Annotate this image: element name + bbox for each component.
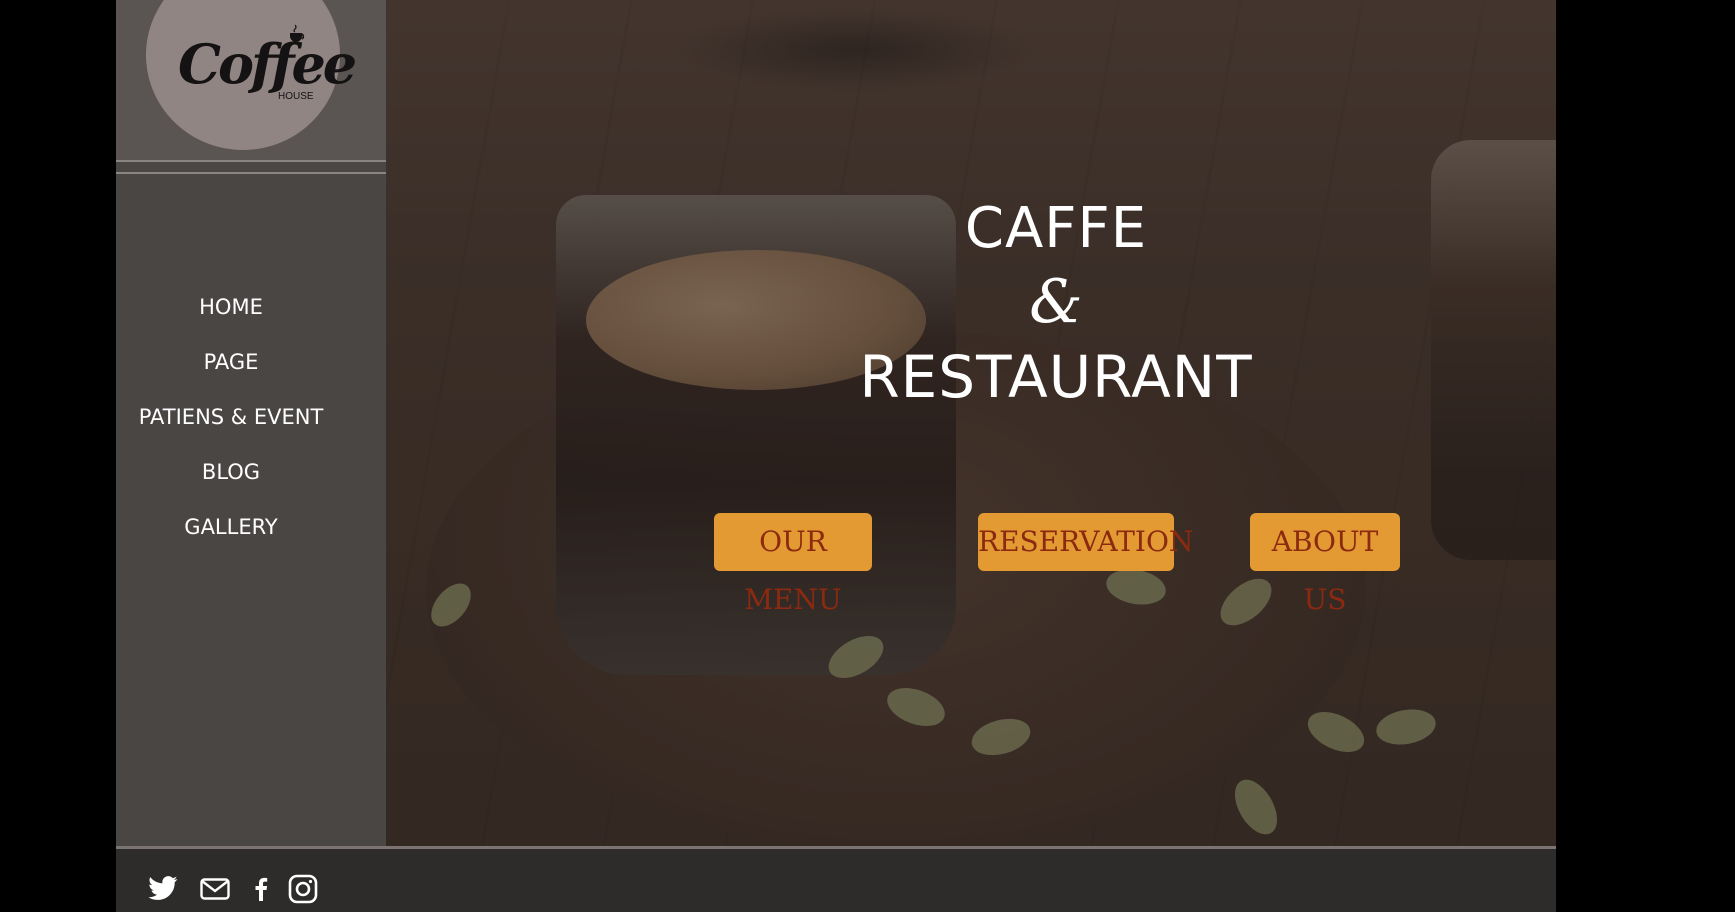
headline-ampersand: & xyxy=(1029,267,1083,337)
nav-item-gallery[interactable]: GALLERY xyxy=(116,510,346,565)
reservation-button[interactable]: RESERVATION xyxy=(978,513,1193,571)
mail-icon[interactable] xyxy=(198,874,232,904)
sidebar: Coffee HOUSE HOME PAGE PATIENS & EVENT B… xyxy=(116,0,386,847)
sidebar-divider xyxy=(116,160,386,162)
about-us-button[interactable]: ABOUT US xyxy=(1250,513,1400,616)
hero-background-image xyxy=(386,0,1556,847)
nav-item-patiens-event[interactable]: PATIENS & EVENT xyxy=(116,400,346,455)
footer xyxy=(116,849,1556,912)
nav-item-page[interactable]: PAGE xyxy=(116,345,346,400)
logo-wordmark: Coffee xyxy=(178,32,357,96)
page: Coffee HOUSE HOME PAGE PATIENS & EVENT B… xyxy=(116,0,1556,912)
facebook-icon[interactable] xyxy=(250,874,272,904)
instagram-icon[interactable] xyxy=(286,874,320,904)
nav-item-blog[interactable]: BLOG xyxy=(116,455,346,510)
hero-headline: CAFFE & RESTAURANT xyxy=(776,195,1336,413)
nav-item-home[interactable]: HOME xyxy=(116,290,346,345)
twitter-icon[interactable] xyxy=(146,874,180,904)
logo-subtitle: HOUSE xyxy=(278,91,314,102)
headline-line-1: CAFFE xyxy=(964,196,1148,261)
our-menu-button[interactable]: OUR MENU xyxy=(714,513,872,616)
headline-line-2: RESTAURANT xyxy=(859,343,1253,411)
main-nav: HOME PAGE PATIENS & EVENT BLOG GALLERY xyxy=(116,290,346,565)
sidebar-divider xyxy=(116,172,386,174)
